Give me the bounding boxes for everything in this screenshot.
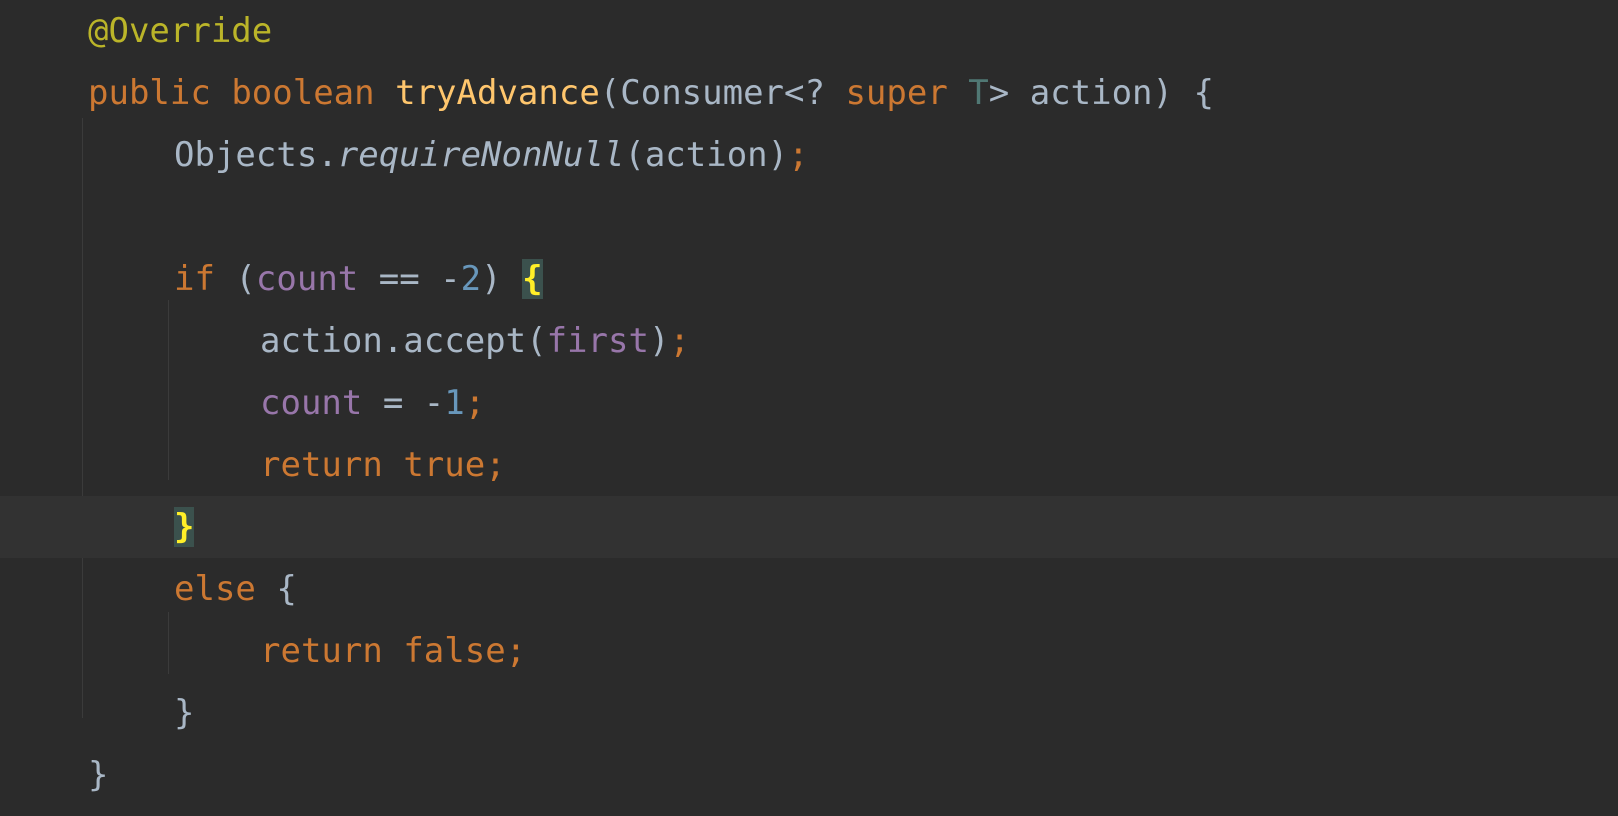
field-token: count (260, 383, 363, 423)
semicolon-token: ; (485, 445, 506, 485)
keyword-token: true (403, 445, 486, 485)
brace-token: } (88, 755, 109, 795)
keyword-token: public (88, 73, 211, 113)
code-line-11[interactable]: return false; (0, 620, 1618, 682)
code-line-1[interactable]: @Override (0, 0, 1618, 62)
text-token: (action) (624, 135, 789, 175)
code-line-10[interactable]: else { (0, 558, 1618, 620)
text-token: ) (481, 259, 523, 299)
matched-brace: } (174, 507, 195, 547)
field-token: first (546, 321, 649, 361)
code-line-3[interactable]: Objects.requireNonNull(action); (0, 124, 1618, 186)
text-token: = - (362, 383, 445, 423)
semicolon-token: ; (788, 135, 809, 175)
code-line-9-current[interactable]: } (0, 496, 1618, 558)
keyword-token: boolean (231, 73, 375, 113)
type-parameter-token: T (968, 73, 989, 113)
keyword-token: super (845, 73, 948, 113)
code-line-4[interactable] (0, 186, 1618, 248)
matched-brace: { (522, 259, 543, 299)
code-line-5[interactable]: if (count == -2) { (0, 248, 1618, 310)
keyword-token: if (174, 259, 215, 299)
code-line-13[interactable]: } (0, 744, 1618, 806)
code-line-8[interactable]: return true; (0, 434, 1618, 496)
text-token: { (255, 569, 297, 609)
method-name-token: tryAdvance (395, 73, 600, 113)
keyword-token: false (403, 631, 506, 671)
keyword-token: return (260, 631, 383, 671)
text-token: Objects. (174, 135, 338, 175)
text-token: action.accept( (260, 321, 547, 361)
semicolon-token: ; (669, 321, 690, 361)
text-token: > action) { (988, 73, 1214, 113)
keyword-token: else (174, 569, 256, 609)
text-token: ( (214, 259, 256, 299)
code-line-12[interactable]: } (0, 682, 1618, 744)
semicolon-token: ; (464, 383, 486, 423)
text-token: (Consumer<? (599, 73, 846, 113)
text-token: ) (648, 321, 670, 361)
brace-token: } (174, 693, 195, 733)
number-token: 1 (444, 383, 465, 423)
keyword-token: return (260, 445, 383, 485)
code-line-2[interactable]: public boolean tryAdvance(Consumer<? sup… (0, 62, 1618, 124)
code-line-7[interactable]: count = -1; (0, 372, 1618, 434)
semicolon-token: ; (505, 631, 527, 671)
annotation-token: @Override (88, 11, 273, 51)
text-token: == - (358, 259, 461, 299)
static-method-token: requireNonNull (337, 135, 625, 175)
number-token: 2 (460, 259, 482, 299)
code-line-6[interactable]: action.accept(first); (0, 310, 1618, 372)
field-token: count (255, 259, 359, 299)
code-editor[interactable]: @Override public boolean tryAdvance(Cons… (0, 0, 1618, 816)
